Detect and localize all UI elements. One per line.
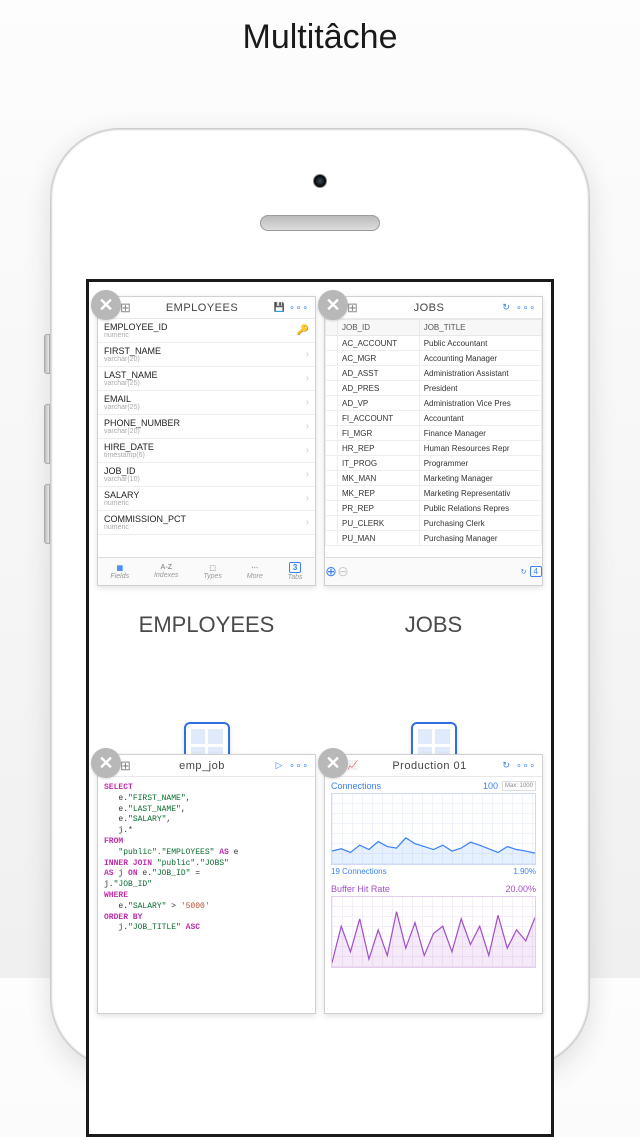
tab-count[interactable]: 4: [530, 566, 542, 577]
table-row[interactable]: AC_MGRAccounting Manager: [326, 351, 542, 366]
schema-toolbar: ▦Fields A-ZIndexes ⬚Types ⋯More 3Tabs: [98, 557, 315, 585]
table-row[interactable]: HR_REPHuman Resources Repr: [326, 441, 542, 456]
card-employees[interactable]: ✕ ▯ EMPLOYEES 💾 ∘∘∘ EMPLOYEE_IDnumeric🔑F…: [97, 296, 316, 744]
phone-speaker-icon: [260, 215, 380, 231]
card-header-title: JOBS: [362, 302, 496, 314]
refresh-icon[interactable]: ↻: [518, 566, 530, 578]
card-header-title: Production 01: [363, 760, 496, 772]
table-row[interactable]: PU_CLERKPurchasing Clerk: [326, 516, 542, 531]
more-icon[interactable]: ∘∘∘: [289, 302, 309, 313]
table-row[interactable]: AC_ACCOUNTPublic Accountant: [326, 336, 542, 351]
phone-screen: ✕ ▯ EMPLOYEES 💾 ∘∘∘ EMPLOYEE_IDnumeric🔑F…: [86, 279, 554, 1137]
field-row[interactable]: COMMISSION_PCTnumeric›: [98, 511, 315, 535]
field-row[interactable]: JOB_IDvarchar(10)›: [98, 463, 315, 487]
table-row[interactable]: AD_VPAdministration Vice Pres: [326, 396, 542, 411]
field-row[interactable]: FIRST_NAMEvarchar(20)›: [98, 343, 315, 367]
table-row[interactable]: AD_PRESPresident: [326, 381, 542, 396]
add-row-icon[interactable]: ⊕: [325, 566, 337, 578]
chart-value: 20.00%: [505, 884, 536, 894]
save-icon[interactable]: 💾: [273, 302, 285, 314]
chart-footer-left: 19 Connections: [331, 867, 387, 876]
tab-types[interactable]: ⬚Types: [203, 564, 222, 580]
card-label: EMPLOYEES: [97, 612, 316, 638]
table-icon: [120, 758, 131, 774]
data-toolbar: ⊕ ⊖ ↻ 4: [325, 557, 542, 585]
chart-icon: 📈: [347, 760, 359, 772]
buffer-chart: [331, 896, 536, 968]
connections-chart: [331, 793, 536, 865]
chart-ymax: 100: [483, 781, 498, 791]
table-icon: [347, 300, 358, 316]
page-title: Multitâche: [0, 18, 640, 57]
field-row[interactable]: PHONE_NUMBERvarchar(20)›: [98, 415, 315, 439]
close-button[interactable]: ✕: [91, 290, 121, 320]
phone-volume-down: [44, 484, 50, 544]
field-row[interactable]: LAST_NAMEvarchar(25)›: [98, 367, 315, 391]
chart-title: Connections: [331, 781, 381, 791]
table-row[interactable]: MK_REPMarketing Representativ: [326, 486, 542, 501]
column-header[interactable]: JOB_TITLE: [419, 320, 541, 336]
card-jobs[interactable]: ✕ ▯ JOBS ↻ ∘∘∘ JOB_ID JOB_TITLE: [324, 296, 543, 744]
phone-camera-icon: [313, 174, 327, 188]
phone-side-button: [44, 334, 50, 374]
card-label: JOBS: [324, 612, 543, 638]
jobs-table: JOB_ID JOB_TITLE AC_ACCOUNTPublic Accoun…: [325, 319, 542, 546]
sql-text[interactable]: SELECT e."FIRST_NAME", e."LAST_NAME", e.…: [98, 777, 315, 940]
chart-footer-right: 1.90%: [513, 867, 536, 876]
phone-frame: ✕ ▯ EMPLOYEES 💾 ∘∘∘ EMPLOYEE_IDnumeric🔑F…: [50, 128, 590, 1068]
card-header-title: emp_job: [135, 760, 269, 772]
close-button[interactable]: ✕: [318, 748, 348, 778]
table-row[interactable]: MK_MANMarketing Manager: [326, 471, 542, 486]
card-sql[interactable]: ✕ ▯ emp_job ▷ ∘∘∘ SELECT e."FIRST_NAME",…: [97, 754, 316, 1120]
field-row[interactable]: EMAILvarchar(25)›: [98, 391, 315, 415]
table-icon: [120, 300, 131, 316]
tab-count[interactable]: 3Tabs: [288, 562, 303, 581]
tab-indexes[interactable]: A-ZIndexes: [154, 564, 179, 579]
close-button[interactable]: ✕: [318, 290, 348, 320]
table-row[interactable]: PU_MANPurchasing Manager: [326, 531, 542, 546]
tab-fields[interactable]: ▦Fields: [110, 564, 129, 580]
field-row[interactable]: SALARYnumeric›: [98, 487, 315, 511]
more-icon[interactable]: ∘∘∘: [516, 302, 536, 313]
chart-max-box: Max: 1000: [502, 781, 536, 791]
delete-row-icon[interactable]: ⊖: [337, 566, 349, 578]
chart-title: Buffer Hit Rate: [331, 884, 390, 894]
phone-volume-up: [44, 404, 50, 464]
card-production[interactable]: ✕ ▯ 📈 Production 01 ↻ ∘∘∘ Connections 10…: [324, 754, 543, 1120]
column-header[interactable]: JOB_ID: [338, 320, 420, 336]
refresh-icon[interactable]: ↻: [500, 302, 512, 314]
card-header-title: EMPLOYEES: [135, 302, 269, 314]
more-icon[interactable]: ∘∘∘: [516, 760, 536, 771]
tab-more[interactable]: ⋯More: [247, 564, 263, 580]
table-row[interactable]: FI_MGRFinance Manager: [326, 426, 542, 441]
close-button[interactable]: ✕: [91, 748, 121, 778]
more-icon[interactable]: ∘∘∘: [289, 760, 309, 771]
run-icon[interactable]: ▷: [273, 760, 285, 772]
refresh-icon[interactable]: ↻: [500, 760, 512, 772]
field-row[interactable]: HIRE_DATEtimestamp(6)›: [98, 439, 315, 463]
table-row[interactable]: FI_ACCOUNTAccountant: [326, 411, 542, 426]
field-row[interactable]: EMPLOYEE_IDnumeric🔑: [98, 319, 315, 343]
table-row[interactable]: IT_PROGProgrammer: [326, 456, 542, 471]
table-row[interactable]: PR_REPPublic Relations Repres: [326, 501, 542, 516]
table-row[interactable]: AD_ASSTAdministration Assistant: [326, 366, 542, 381]
